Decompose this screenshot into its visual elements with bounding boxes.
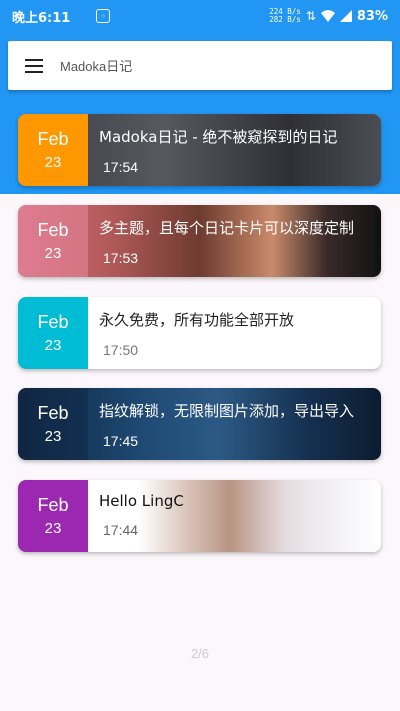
wifi-icon: [320, 10, 335, 22]
page-indicator: 2/6: [190, 646, 210, 661]
card-time: 17:44: [103, 522, 139, 538]
net-down: 282 B/s: [269, 15, 301, 24]
date-month: Feb: [37, 220, 69, 240]
date-badge: Feb 23: [18, 480, 88, 552]
card-time: 17:45: [103, 433, 139, 449]
battery-level: 83%: [356, 8, 388, 24]
card-title: 多主题，且每个日记卡片可以深度定制: [99, 219, 355, 237]
diary-card[interactable]: Feb 23 指纹解锁，无限制图片添加，导出导入 17:45: [18, 388, 381, 460]
date-day: 23: [44, 154, 62, 171]
network-speed: 224 B/s 282 B/s: [269, 8, 301, 24]
date-badge: Feb 23: [18, 297, 88, 369]
status-time: 晚上6:11: [12, 10, 71, 26]
notification-app-icon: ◦: [96, 9, 111, 23]
diary-card[interactable]: Feb 23 Hello LingC 17:44: [18, 480, 381, 552]
card-title: 永久免费，所有功能全部开放: [99, 311, 295, 329]
card-title: Madoka日记 - 绝不被窥探到的日记: [99, 128, 338, 146]
date-month: Feb: [37, 312, 69, 332]
status-bar: 晚上6:11 ◦ 224 B/s 282 B/s ⇅ 83%: [0, 0, 400, 32]
card-time: 17:53: [103, 250, 139, 266]
date-month: Feb: [37, 403, 69, 423]
date-month: Feb: [37, 129, 69, 149]
card-time: 17:50: [103, 342, 139, 358]
date-badge: Feb 23: [18, 114, 88, 186]
date-day: 23: [44, 337, 62, 354]
date-badge: Feb 23: [18, 205, 88, 277]
date-month: Feb: [37, 495, 69, 515]
diary-card[interactable]: Feb 23 Madoka日记 - 绝不被窥探到的日记 17:54: [18, 114, 381, 186]
card-title: Hello LingC: [99, 492, 184, 510]
diary-card[interactable]: Feb 23 永久免费，所有功能全部开放 17:50: [18, 297, 381, 369]
app-title: Madoka日记: [60, 59, 133, 74]
date-day: 23: [44, 245, 62, 262]
data-transfer-icon: ⇅: [305, 9, 316, 23]
hamburger-menu-icon[interactable]: [8, 41, 60, 90]
card-title: 指纹解锁，无限制图片添加，导出导入: [99, 402, 355, 420]
date-day: 23: [44, 428, 62, 445]
card-time: 17:54: [103, 159, 139, 175]
search-bar[interactable]: Madoka日记: [8, 41, 392, 90]
cell-signal-icon: [339, 10, 352, 22]
diary-card[interactable]: Feb 23 多主题，且每个日记卡片可以深度定制 17:53: [18, 205, 381, 277]
date-badge: Feb 23: [18, 388, 88, 460]
date-day: 23: [44, 520, 62, 537]
